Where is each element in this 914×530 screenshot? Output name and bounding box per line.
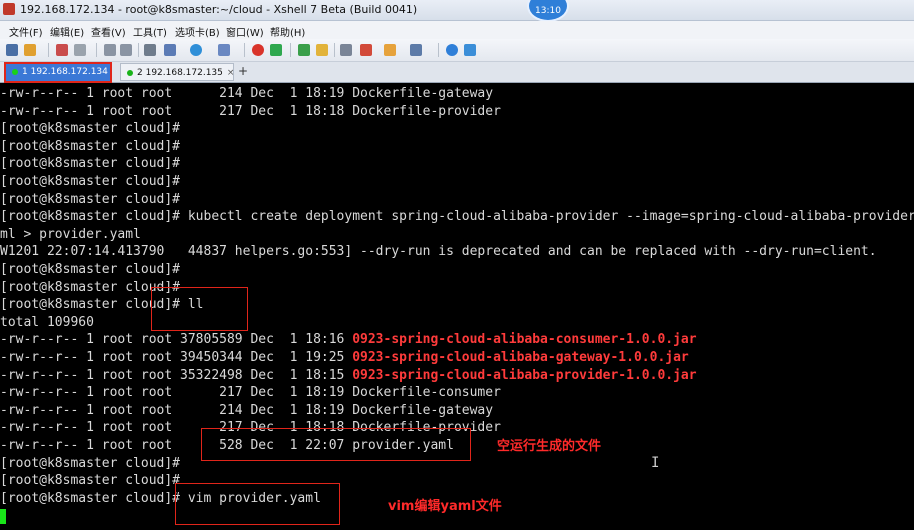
menu-tools[interactable]: 工具(T) [133, 24, 167, 39]
listing-meta: -rw-r--r-- 1 root root 214 Dec 1 18:19 [0, 402, 353, 418]
listing-meta: -rw-r--r-- 1 root root 35322498 Dec 1 18… [0, 367, 353, 383]
toolbar-separator [244, 43, 245, 57]
menu-file[interactable]: 文件(F) [9, 24, 43, 39]
listing-row: -rw-r--r-- 1 root root 217 Dec 1 18:19 D… [0, 384, 501, 402]
listing-filename: Dockerfile-consumer [352, 385, 501, 401]
annotation-empty-run: 空运行生成的文件 [497, 439, 602, 454]
paste-icon[interactable] [120, 44, 132, 56]
menu-view[interactable]: 查看(V) [91, 24, 126, 39]
listing-row: -rw-r--r-- 1 root root 37805589 Dec 1 18… [0, 331, 697, 349]
listing-row: -rw-r--r-- 1 root root 35322498 Dec 1 18… [0, 367, 697, 385]
terminal-line: [root@k8smaster cloud]# [0, 156, 181, 172]
highlight-box-provider-yaml [201, 428, 471, 461]
menu-help[interactable]: 帮助(H) [270, 24, 305, 39]
find-icon[interactable] [144, 44, 156, 56]
terminal-line: [root@k8smaster cloud]# [0, 473, 181, 489]
listing-meta: -rw-r--r-- 1 root root 39450344 Dec 1 19… [0, 350, 353, 365]
terminal-line: [root@k8smaster cloud]# [0, 121, 181, 137]
status-dot-icon [127, 69, 133, 76]
toolbar [0, 39, 914, 62]
copy-icon[interactable] [104, 44, 116, 56]
terminal-line: [root@k8smaster cloud]# kubectl create d… [0, 209, 914, 225]
menu-bar: 文件(F) 编辑(E) 查看(V) 工具(T) 选项卡(B) 窗口(W) 帮助(… [0, 21, 914, 39]
toolbar-separator [290, 43, 291, 57]
listing-filename: 0923-spring-cloud-alibaba-provider-1.0.0… [352, 367, 697, 383]
terminal-cursor [0, 509, 6, 524]
toolbar-separator [48, 43, 49, 57]
chat-icon[interactable] [464, 44, 476, 56]
tab-label: 2 192.168.172.135 [137, 68, 223, 78]
tab-session-1[interactable]: 1 192.168.172.134 [4, 62, 112, 83]
properties-icon[interactable] [164, 44, 176, 56]
new-session-icon[interactable] [6, 44, 18, 56]
highlight-icon[interactable] [360, 44, 372, 56]
layout-icon[interactable] [410, 44, 422, 56]
toolbar-separator [334, 43, 335, 57]
toolbar-separator [96, 43, 97, 57]
toolbar-separator [138, 43, 139, 57]
script-icon[interactable] [298, 44, 310, 56]
terminal-line: [root@k8smaster cloud]# [0, 455, 181, 471]
compose-icon[interactable] [384, 44, 396, 56]
listing-meta: -rw-r--r-- 1 root root 37805589 Dec 1 18… [0, 332, 353, 348]
terminal-pane[interactable]: -rw-r--r-- 1 root root 214 Dec 1 18:19 D… [0, 83, 914, 530]
terminal-line: [root@k8smaster cloud]# [0, 262, 181, 277]
font-icon[interactable] [218, 44, 230, 56]
listing-row: -rw-r--r-- 1 root root 39450344 Dec 1 19… [0, 349, 689, 367]
menu-edit[interactable]: 编辑(E) [50, 24, 84, 39]
connect-icon[interactable] [56, 44, 68, 56]
terminal-line: W1201 22:07:14.413790 44837 helpers.go:5… [0, 244, 877, 260]
lock-icon[interactable] [316, 44, 328, 56]
disconnect-icon[interactable] [74, 44, 86, 56]
annotation-vim-edit: vim编辑yaml文件 [388, 499, 502, 514]
status-dot-icon [12, 68, 18, 75]
open-folder-icon[interactable] [24, 44, 36, 56]
listing-filename: 0923-spring-cloud-alibaba-consumer-1.0.0… [352, 332, 697, 348]
session-tab-bar: 1 192.168.172.134 2 192.168.172.135 × + [0, 62, 914, 83]
xshell-app-icon [3, 3, 15, 15]
tab-label: 1 192.168.172.134 [22, 67, 108, 77]
listing-filename: 0923-spring-cloud-alibaba-gateway-1.0.0.… [352, 350, 689, 365]
terminal-line: ml > provider.yaml [0, 226, 141, 242]
terminal-line: [root@k8smaster cloud]# [0, 174, 181, 189]
xftp-icon[interactable] [252, 44, 264, 56]
listing-row: -rw-r--r-- 1 root root 214 Dec 1 18:19 D… [0, 402, 493, 420]
terminal-line: -rw-r--r-- 1 root root 214 Dec 1 18:19 D… [0, 86, 494, 101]
listing-filename: Dockerfile-gateway [352, 402, 494, 418]
help-icon[interactable] [446, 44, 458, 56]
globe-icon[interactable] [190, 44, 202, 56]
tab-session-2[interactable]: 2 192.168.172.135 × [120, 63, 234, 81]
window-title: 192.168.172.134 - root@k8smaster:~/cloud… [20, 3, 418, 16]
listing-meta: -rw-r--r-- 1 root root 217 Dec 1 18:19 [0, 385, 353, 401]
menu-window[interactable]: 窗口(W) [226, 24, 264, 39]
menu-tabs[interactable]: 选项卡(B) [175, 24, 220, 39]
close-icon[interactable]: × [227, 68, 235, 78]
keyboard-icon[interactable] [340, 44, 352, 56]
add-tab-button[interactable]: + [238, 64, 248, 78]
highlight-box-vim [175, 483, 340, 525]
xmanager-icon[interactable] [270, 44, 282, 56]
window-titlebar: 192.168.172.134 - root@k8smaster:~/cloud… [0, 0, 914, 21]
terminal-line: [root@k8smaster cloud]# [0, 191, 181, 207]
highlight-box-ll [151, 287, 248, 331]
terminal-line: total 109960 [0, 314, 94, 330]
toolbar-separator [438, 43, 439, 57]
terminal-line: -rw-r--r-- 1 root root 217 Dec 1 18:18 D… [0, 103, 501, 119]
mouse-ibeam-icon: I [651, 455, 660, 471]
terminal-line: [root@k8smaster cloud]# [0, 138, 181, 154]
